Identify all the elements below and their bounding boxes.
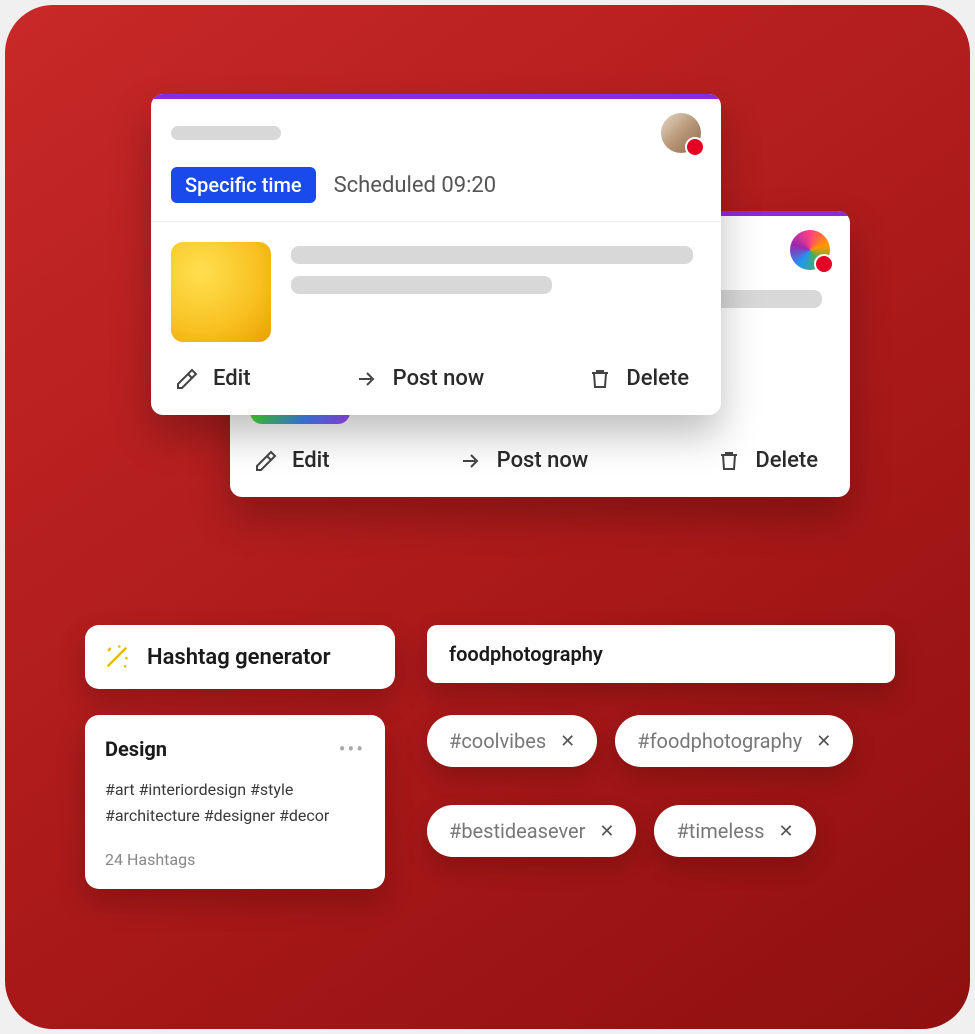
pinterest-badge-icon	[814, 254, 834, 274]
hashtag-chip[interactable]: #bestideasever ✕	[427, 805, 636, 857]
magic-wand-icon	[103, 643, 131, 671]
trash-icon	[717, 449, 741, 473]
post-thumbnail[interactable]	[171, 242, 271, 342]
placeholder-line	[291, 276, 552, 294]
edit-button[interactable]: Edit	[254, 448, 330, 473]
avatar[interactable]	[790, 230, 830, 270]
delete-button[interactable]: Delete	[588, 366, 689, 391]
schedule-text: Scheduled 09:20	[334, 173, 497, 198]
close-icon[interactable]: ✕	[560, 731, 575, 752]
pinterest-badge-icon	[685, 137, 705, 157]
chip-label: #timeless	[676, 819, 764, 843]
hashtag-chip[interactable]: #foodphotography ✕	[615, 715, 853, 767]
hashtag-generator-button[interactable]: Hashtag generator	[85, 625, 395, 689]
arrow-right-icon	[355, 367, 379, 391]
avatar[interactable]	[661, 113, 701, 153]
chip-label: #bestideasever	[449, 819, 585, 843]
hashtag-group-card[interactable]: Design ••• #art #interiordesign #style #…	[85, 715, 385, 889]
hashtag-group-tags: #art #interiordesign #style #architectur…	[105, 777, 365, 828]
arrow-right-icon	[459, 449, 483, 473]
pencil-icon	[254, 449, 278, 473]
placeholder-line	[291, 246, 693, 264]
post-now-label: Post now	[393, 366, 485, 391]
delete-button[interactable]: Delete	[717, 448, 818, 473]
post-now-label: Post now	[497, 448, 589, 473]
more-icon[interactable]: •••	[339, 737, 365, 761]
chip-label: #foodphotography	[637, 729, 802, 753]
hashtag-group-title: Design	[105, 737, 167, 761]
specific-time-badge[interactable]: Specific time	[171, 167, 316, 203]
hashtag-search-input[interactable]: foodphotography	[427, 625, 895, 683]
edit-button[interactable]: Edit	[175, 366, 251, 391]
close-icon[interactable]: ✕	[599, 821, 614, 842]
post-now-button[interactable]: Post now	[355, 366, 485, 391]
delete-label: Delete	[626, 366, 689, 391]
delete-label: Delete	[755, 448, 818, 473]
close-icon[interactable]: ✕	[778, 821, 793, 842]
placeholder-line	[171, 126, 281, 140]
hashtag-chip[interactable]: #coolvibes ✕	[427, 715, 597, 767]
edit-label: Edit	[292, 448, 330, 473]
post-now-button[interactable]: Post now	[459, 448, 589, 473]
search-value: foodphotography	[449, 642, 603, 666]
trash-icon	[588, 367, 612, 391]
edit-label: Edit	[213, 366, 251, 391]
close-icon[interactable]: ✕	[816, 731, 831, 752]
hashtag-chip[interactable]: #timeless ✕	[654, 805, 815, 857]
pencil-icon	[175, 367, 199, 391]
hashtag-generator-label: Hashtag generator	[147, 645, 331, 670]
hashtag-count: 24 Hashtags	[105, 850, 365, 869]
chip-label: #coolvibes	[449, 729, 546, 753]
scheduled-post-card-front: Specific time Scheduled 09:20 Edit Post …	[151, 94, 721, 415]
